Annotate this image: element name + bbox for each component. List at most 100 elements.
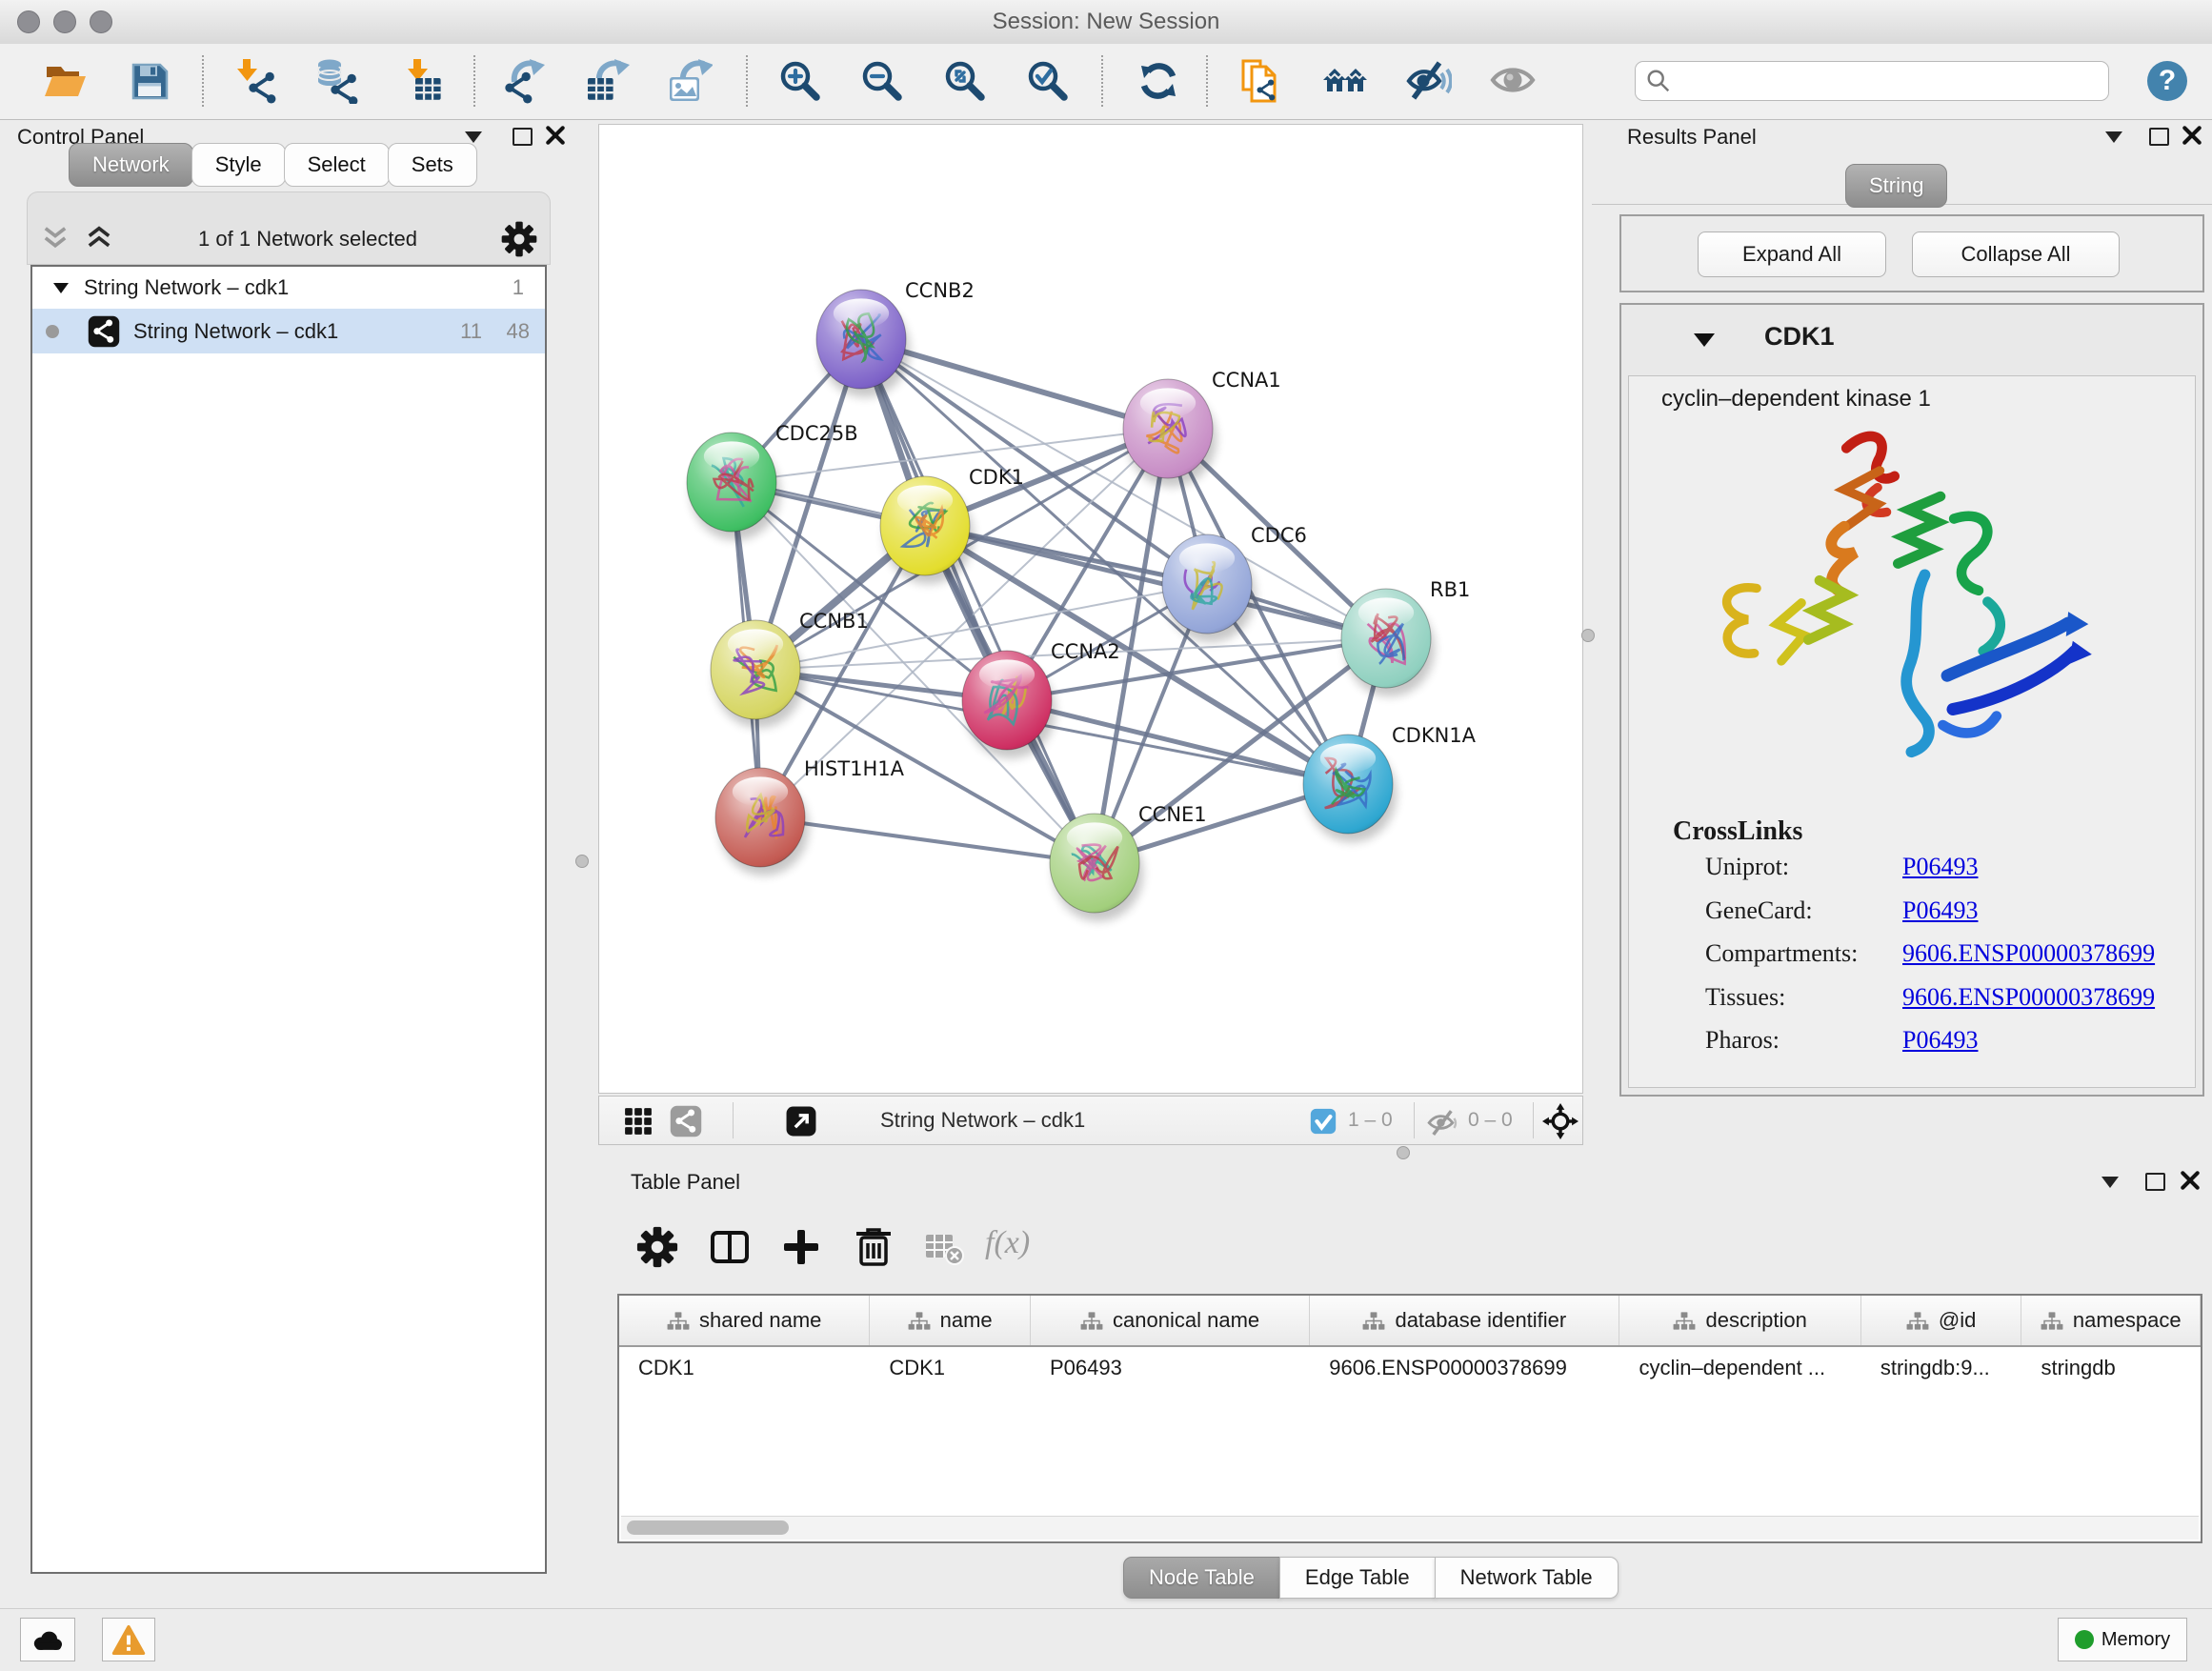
crosslink-row: Compartments:9606.ENSP00000378699 — [1629, 939, 2195, 982]
tab-network[interactable]: Network — [69, 143, 193, 187]
table-header-row: shared name name canonical namedatabase id… — [619, 1296, 2201, 1347]
column-header-database-identifier[interactable]: database identifier — [1310, 1296, 1619, 1345]
results-panel-float-icon[interactable] — [2149, 128, 2169, 151]
network-canvas[interactable]: CCNB2 CCNA1 CDC25B CDK1 CDC6 — [598, 124, 1583, 1094]
table-cell: stringdb — [2021, 1356, 2201, 1380]
hscrollbar-thumb[interactable] — [627, 1520, 789, 1535]
toolbar-separator — [1206, 55, 1208, 107]
network-view-icon[interactable] — [670, 1105, 702, 1137]
table-panel-close-icon[interactable] — [2180, 1170, 2201, 1191]
table-hscrollbar[interactable] — [621, 1516, 2199, 1540]
help-icon[interactable]: ? — [2145, 59, 2189, 103]
crosslink-label: Uniprot: — [1705, 853, 1789, 881]
results-panel-menu-icon[interactable] — [2105, 131, 2122, 148]
gene-collapse-icon[interactable] — [1694, 333, 1715, 347]
crosslink-link[interactable]: P06493 — [1902, 853, 1978, 881]
tab-string[interactable]: String — [1845, 164, 1947, 208]
collection-count: 1 — [513, 275, 524, 300]
application-window: Session: New Session ? Control Panel — [0, 0, 2212, 1671]
tab-style[interactable]: Style — [191, 143, 286, 187]
column-header-canonical-name[interactable]: canonical name — [1031, 1296, 1310, 1345]
column-header-description[interactable]: description — [1619, 1296, 1860, 1345]
table-row[interactable]: CDK1CDK1P064939606.ENSP00000378699cyclin… — [619, 1347, 2201, 1389]
export-image-icon[interactable] — [667, 58, 713, 104]
column-header-shared-name[interactable]: shared name — [619, 1296, 870, 1345]
column-label: namespace — [2073, 1308, 2182, 1333]
zoom-selected-icon[interactable] — [1025, 58, 1071, 104]
protein-structure-image — [1674, 420, 2131, 801]
node-CCNA1[interactable]: CCNA1 — [1123, 369, 1281, 487]
selected-checkbox-icon[interactable] — [1310, 1108, 1337, 1135]
save-session-icon[interactable] — [127, 58, 172, 104]
crosslink-link[interactable]: P06493 — [1902, 896, 1978, 925]
control-panel-close-icon[interactable] — [545, 125, 566, 146]
node-CDC6[interactable]: CDC6 — [1162, 524, 1307, 642]
left-splitter-handle[interactable] — [575, 855, 589, 868]
network-row-selected[interactable]: String Network – cdk1 11 48 — [32, 309, 545, 353]
expand-all-button[interactable]: Expand All — [1698, 232, 1886, 277]
memory-button[interactable]: Memory — [2058, 1618, 2187, 1661]
import-network-from-file-icon[interactable] — [234, 58, 280, 104]
tab-node-table[interactable]: Node Table — [1123, 1557, 1280, 1599]
warning-icon[interactable] — [102, 1618, 155, 1661]
network-options-gear-icon[interactable] — [500, 220, 538, 258]
expand-all-networks-icon[interactable] — [83, 223, 115, 255]
collection-expand-icon[interactable] — [53, 283, 69, 293]
new-network-from-selection-icon[interactable] — [1237, 58, 1283, 104]
crosslink-link[interactable]: 9606.ENSP00000378699 — [1902, 983, 2155, 1012]
tab-network-table[interactable]: Network Table — [1435, 1557, 1619, 1599]
column-header--id[interactable]: @id — [1861, 1296, 2022, 1345]
fit-selected-crosshair-icon[interactable] — [1542, 1103, 1579, 1139]
crosslink-label: Pharos: — [1705, 1026, 1780, 1055]
network-node-count: 11 — [460, 319, 482, 344]
apply-preferred-layout-icon[interactable] — [1136, 58, 1181, 104]
search-icon — [1645, 68, 1672, 94]
tab-edge-table[interactable]: Edge Table — [1279, 1557, 1436, 1599]
column-label: name — [940, 1308, 993, 1333]
table-options-gear-icon[interactable] — [635, 1225, 679, 1269]
table-panel-menu-icon[interactable] — [2101, 1176, 2119, 1193]
cloud-icon[interactable] — [20, 1618, 75, 1661]
grid-view-icon[interactable] — [622, 1105, 654, 1137]
crosslink-link[interactable]: 9606.ENSP00000378699 — [1902, 939, 2155, 968]
zoom-fit-content-icon[interactable] — [942, 58, 988, 104]
column-type-icon — [1080, 1311, 1103, 1331]
crosslink-link[interactable]: P06493 — [1902, 1026, 1978, 1055]
collapse-all-button[interactable]: Collapse All — [1912, 232, 2120, 277]
birds-eye-view-icon[interactable] — [785, 1105, 817, 1137]
node-CCNA2[interactable]: CCNA2 — [962, 640, 1120, 758]
hide-selected-icon[interactable] — [1406, 58, 1452, 104]
import-table-from-file-icon[interactable] — [400, 58, 446, 104]
gene-accordion-header[interactable]: CDK1 — [1621, 305, 2202, 375]
node-HIST1H1A[interactable]: HIST1H1A — [715, 757, 905, 876]
control-panel-float-icon[interactable] — [513, 128, 533, 151]
zoom-out-icon[interactable] — [859, 58, 905, 104]
zoom-in-icon[interactable] — [777, 58, 823, 104]
network-collection-row[interactable]: String Network – cdk1 1 — [32, 267, 545, 309]
network-view-toolbar: String Network – cdk1 1 – 0 0 – 0 — [598, 1096, 1583, 1145]
import-network-from-database-icon[interactable] — [314, 58, 360, 104]
collapse-all-networks-icon[interactable] — [39, 223, 71, 255]
export-table-icon[interactable] — [584, 58, 630, 104]
tab-sets[interactable]: Sets — [388, 143, 477, 187]
results-panel-close-icon[interactable] — [2182, 125, 2202, 146]
node-CCNE1[interactable]: CCNE1 — [1050, 803, 1207, 921]
tab-select[interactable]: Select — [284, 143, 390, 187]
node-CDKN1A[interactable]: CDKN1A — [1303, 724, 1477, 842]
toolbar-separator — [746, 55, 748, 107]
node-label-HIST1H1A: HIST1H1A — [804, 757, 905, 780]
column-header-name[interactable]: name — [870, 1296, 1031, 1345]
column-header-namespace[interactable]: namespace — [2021, 1296, 2201, 1345]
search-input[interactable] — [1678, 69, 2108, 93]
show-all-icon[interactable] — [1490, 58, 1536, 104]
delete-column-icon[interactable] — [852, 1225, 895, 1269]
table-panel-float-icon[interactable] — [2145, 1173, 2165, 1196]
show-columns-icon[interactable] — [708, 1225, 752, 1269]
open-session-icon[interactable] — [42, 58, 88, 104]
node-CCNB2[interactable]: CCNB2 — [816, 279, 975, 397]
first-neighbors-icon[interactable] — [1322, 58, 1368, 104]
node-RB1[interactable]: RB1 — [1341, 578, 1470, 696]
add-column-icon[interactable] — [779, 1225, 823, 1269]
export-network-icon[interactable] — [501, 58, 547, 104]
search-box[interactable] — [1635, 61, 2109, 101]
